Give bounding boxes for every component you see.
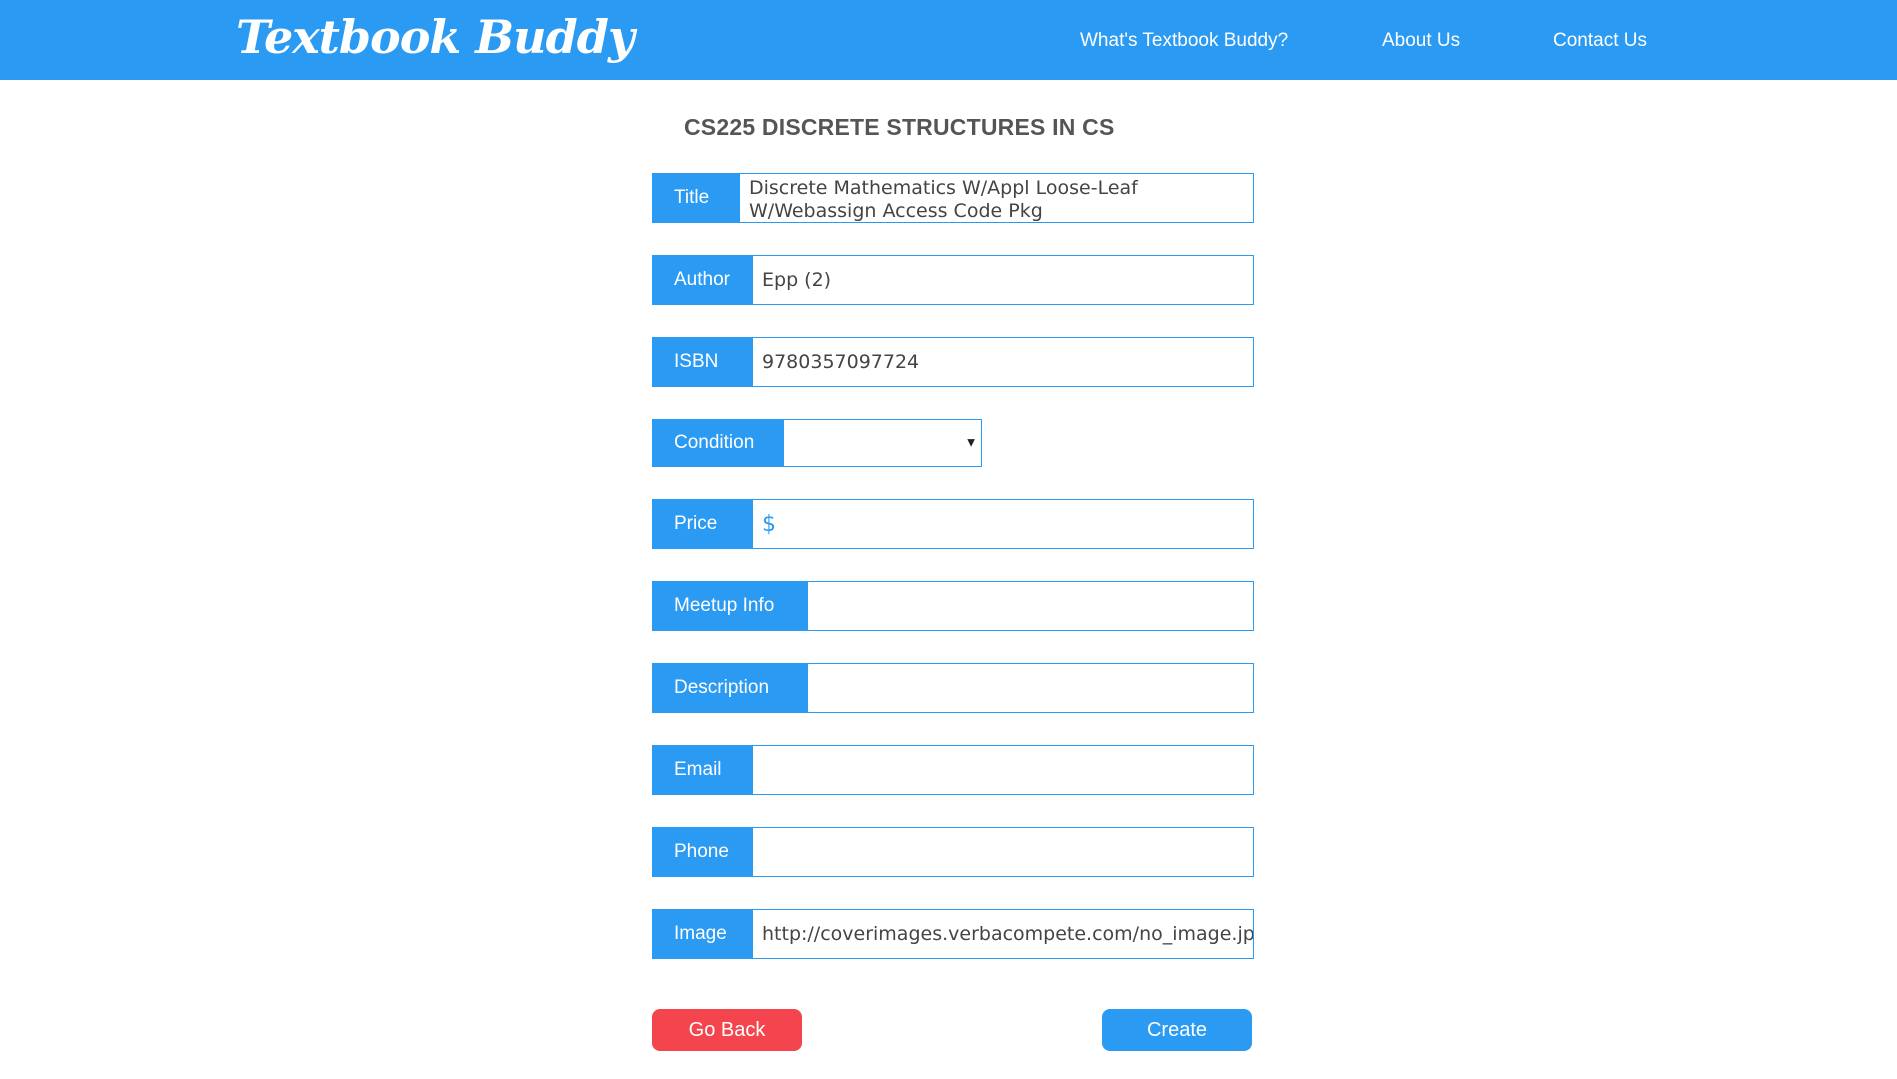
email-input[interactable] — [753, 745, 1254, 795]
isbn-row: ISBN — [652, 337, 1254, 387]
phone-input[interactable] — [753, 827, 1254, 877]
price-field[interactable]: $ — [753, 499, 1254, 549]
price-label: Price — [652, 499, 753, 549]
create-button[interactable]: Create — [1102, 1009, 1252, 1051]
nav-link-about-us[interactable]: About Us — [1382, 30, 1460, 52]
image-url-input[interactable] — [753, 909, 1254, 959]
title-field[interactable]: Discrete Mathematics W/Appl Loose-Leaf W… — [740, 173, 1254, 223]
chevron-down-icon: ▼ — [967, 437, 975, 449]
image-row: Image — [652, 909, 1254, 959]
condition-label: Condition — [652, 419, 783, 467]
price-row: Price $ — [652, 499, 1254, 549]
condition-select[interactable]: ▼ — [783, 419, 982, 467]
email-row: Email — [652, 745, 1254, 795]
author-row: Author — [652, 255, 1254, 305]
nav-link-whats-textbook-buddy[interactable]: What's Textbook Buddy? — [1080, 30, 1288, 52]
course-title: CS225 DISCRETE STRUCTURES IN CS — [684, 114, 1115, 140]
meetup-row: Meetup Info — [652, 581, 1254, 631]
description-input[interactable] — [808, 663, 1254, 713]
site-logo[interactable]: Textbook Buddy — [236, 10, 635, 64]
title-row: Title Discrete Mathematics W/Appl Loose-… — [652, 173, 1254, 223]
isbn-label: ISBN — [652, 337, 753, 387]
phone-row: Phone — [652, 827, 1254, 877]
image-label: Image — [652, 909, 753, 959]
phone-label: Phone — [652, 827, 753, 877]
condition-row: Condition ▼ — [652, 419, 982, 467]
dollar-icon: $ — [762, 511, 776, 537]
isbn-input[interactable] — [753, 337, 1254, 387]
nav-link-contact-us[interactable]: Contact Us — [1553, 30, 1647, 52]
meetup-label: Meetup Info — [652, 581, 808, 631]
title-label: Title — [652, 173, 740, 223]
author-input[interactable] — [753, 255, 1254, 305]
meetup-input[interactable] — [808, 581, 1254, 631]
description-row: Description — [652, 663, 1254, 713]
go-back-button[interactable]: Go Back — [652, 1009, 802, 1051]
description-label: Description — [652, 663, 808, 713]
author-label: Author — [652, 255, 753, 305]
top-nav-bar: Textbook Buddy What's Textbook Buddy? Ab… — [0, 0, 1897, 80]
email-label: Email — [652, 745, 753, 795]
